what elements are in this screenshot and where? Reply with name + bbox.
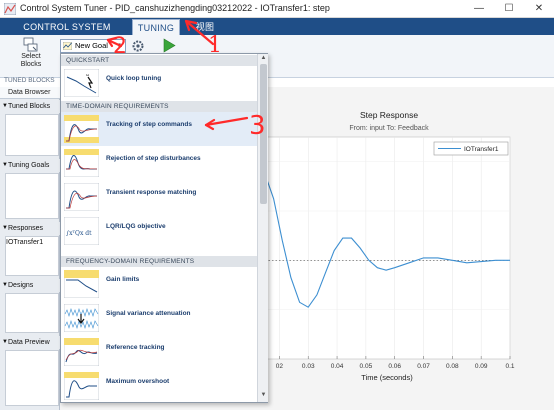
goal-label: Gain limits [106,276,140,283]
close-button[interactable]: ✕ [524,0,554,18]
section-tuning-goals[interactable]: ▼ Tuning Goals [0,159,60,172]
select-blocks-button[interactable]: Select Blocks [8,37,54,75]
goal-gain-limits[interactable]: Gain limits [61,267,257,301]
scrollbar-thumb[interactable] [260,64,267,204]
axes-box[interactable] [264,136,511,360]
tuning-goals-list[interactable] [5,173,59,219]
x-tick-label: 0.03 [302,363,315,370]
section-label: Designs [8,282,34,289]
ribbon-tab-bar: CONTROL SYSTEM TUNING 视图 [0,18,554,35]
goal-label: Signal variance attenuation [106,310,191,317]
designs-list[interactable] [5,293,59,333]
select-blocks-label-1: Select [21,53,41,60]
triangle-down-icon: ▼ [2,103,8,109]
new-goal-icon [63,42,72,50]
goal-label: Rejection of step disturbances [106,155,201,162]
x-tick-label: 0.07 [417,363,430,370]
tracking-step-icon [64,115,99,143]
new-goal-dropdown[interactable]: QUICKSTART ω Quick loop tuning TIME-DOMA… [60,53,268,403]
header-time-domain: TIME-DOMAIN REQUIREMENTS [61,101,257,112]
goal-label: LQR/LQG objective [106,223,166,230]
x-tick-label: 0.09 [475,363,488,370]
plot-title: Step Response [360,110,418,120]
gain-limits-icon [64,270,99,298]
goal-label: Reference tracking [106,344,165,351]
header-quickstart: QUICKSTART [61,55,257,66]
data-browser-panel: Data Browser ▼ Tuned Blocks ▼ Tuning Goa… [0,87,60,410]
triangle-down-icon: ▼ [2,162,8,168]
tab-control-system[interactable]: CONTROL SYSTEM [8,19,126,35]
x-tick-label: 0.04 [331,363,344,370]
signal-variance-icon [64,304,99,332]
plot-subtitle: From: input To: Feedback [349,125,429,132]
x-tick-label: 0.1 [505,363,514,370]
x-tick-label: 0.08 [446,363,459,370]
triangle-down-icon: ▼ [2,282,8,288]
header-frequency-domain: FREQUENCY-DOMAIN REQUIREMENTS [61,256,257,267]
lqr-lqg-icon: ∫xᵀQx dt [64,217,99,245]
goal-tracking-step-commands[interactable]: Tracking of step commands [61,112,257,146]
transient-response-icon [64,183,99,211]
goal-rejection-step-disturbances[interactable]: Rejection of step disturbances [61,146,257,180]
reference-tracking-icon [64,338,99,366]
svg-text:ω: ω [86,72,89,77]
rejection-step-icon [64,149,99,177]
scroll-down-icon[interactable]: ▼ [259,392,268,400]
goal-reference-tracking[interactable]: Reference tracking [61,335,257,369]
select-blocks-label-2: Blocks [20,61,42,68]
x-tick-label: 0.05 [360,363,373,370]
play-icon[interactable] [162,38,176,53]
goal-label: Transient response matching [106,189,197,196]
quick-loop-tuning-icon: ω [64,69,99,97]
gear-icon[interactable] [131,39,145,53]
x-tick-label: 0.06 [388,363,401,370]
x-axis-label: Time (seconds) [361,373,413,382]
minimize-button[interactable]: — [464,0,494,18]
data-browser-tab[interactable]: Data Browser [0,87,60,99]
lqr-formula: ∫xᵀQx dt [66,230,92,237]
app-icon [4,3,16,15]
scroll-up-icon[interactable]: ▲ [259,55,268,63]
maximum-overshoot-icon [64,372,99,400]
section-label: Data Preview [8,339,50,346]
title-bar: Control System Tuner - PID_canshuzizheng… [0,0,554,18]
section-data-preview[interactable]: ▼ Data Preview [0,336,60,349]
goal-quick-loop-tuning[interactable]: ω Quick loop tuning [61,66,257,100]
tab-tuning[interactable]: TUNING [132,19,180,35]
x-tick-label: 02 [276,363,284,370]
section-label: Responses [8,225,44,232]
goal-transient-response-matching[interactable]: Transient response matching [61,180,257,214]
tuned-blocks-caption: TUNED BLOCKS [4,77,55,84]
new-goal-button[interactable]: New Goal ▼ [60,39,126,53]
goal-label: Tracking of step commands [106,121,192,128]
select-blocks-icon [23,37,38,52]
section-responses[interactable]: ▼ Responses [0,222,60,235]
window-title: Control System Tuner - PID_canshuzizheng… [20,3,330,13]
triangle-down-icon: ▼ [2,225,8,231]
maximize-button[interactable]: ☐ [494,0,524,18]
tuned-blocks-list[interactable] [5,114,59,156]
legend-label: IOTransfer1 [464,146,499,153]
goal-label: Maximum overshoot [106,378,170,385]
section-designs[interactable]: ▼ Designs [0,279,60,292]
section-label: Tuned Blocks [8,103,51,110]
section-label: Tuning Goals [8,162,50,169]
tab-view[interactable]: 视图 [188,19,222,35]
goal-lqr-lqg-objective[interactable]: ∫xᵀQx dt LQR/LQG objective [61,214,257,248]
legend[interactable]: IOTransfer1 [433,141,509,156]
chevron-down-icon: ▼ [116,43,122,49]
dropdown-scrollbar[interactable]: ▲ ▼ [257,54,268,402]
new-goal-label: New Goal [75,41,108,50]
goal-label: Quick loop tuning [106,75,162,82]
triangle-down-icon: ▼ [2,339,8,345]
list-item[interactable]: IOTransfer1 [6,239,43,246]
goal-maximum-overshoot[interactable]: Maximum overshoot [61,369,257,403]
section-tuned-blocks[interactable]: ▼ Tuned Blocks [0,100,60,113]
data-preview-box [5,350,59,406]
goal-signal-variance-attenuation[interactable]: Signal variance attenuation [61,301,257,335]
